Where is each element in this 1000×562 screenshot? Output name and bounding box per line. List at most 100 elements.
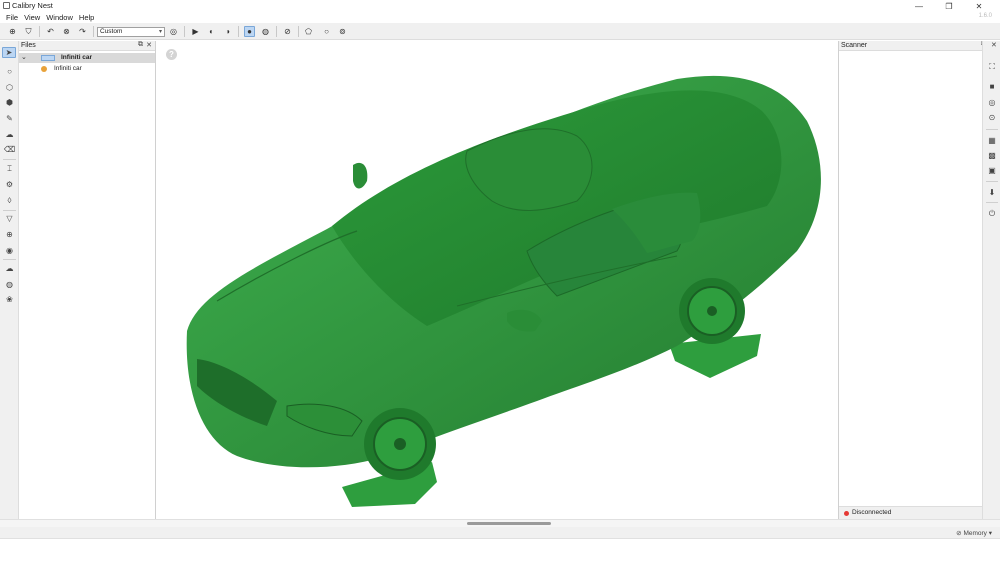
toolbar-divider [298, 26, 299, 37]
cloud-fill-icon[interactable]: ☁ [4, 263, 15, 274]
scan-group-icon [41, 55, 55, 61]
circle-icon[interactable]: ○ [4, 66, 15, 77]
cancel-icon[interactable]: ⊗ [61, 26, 72, 37]
record-icon[interactable]: ◎ [986, 97, 998, 108]
add-scan-icon[interactable]: ⊕ [7, 26, 18, 37]
tree-row-group[interactable]: ⌄ Infiniti car [19, 53, 155, 63]
shield-icon[interactable]: ⛉ [23, 26, 34, 37]
camera-icon[interactable]: ▣ [986, 165, 998, 176]
front-wheel-hub [394, 438, 406, 450]
select-cursor-icon[interactable]: ➤ [2, 47, 16, 58]
scanner-panel: Scanner ⧉ Disconnected [838, 41, 986, 519]
restore-button[interactable]: ❐ [934, 0, 964, 12]
memory-label: Memory [963, 530, 987, 537]
redo-icon[interactable]: ↷ [77, 26, 88, 37]
menu-bar: File View Window Help [0, 12, 1000, 23]
disabled-icon[interactable]: ⊘ [282, 26, 293, 37]
polygon-select-icon[interactable]: ⬠ [303, 26, 314, 37]
toolbar-divider [93, 26, 94, 37]
tree-item-label: Infiniti car [54, 65, 82, 72]
plus-circle-icon[interactable]: ⊕ [4, 229, 15, 240]
toolbar-divider [238, 26, 239, 37]
stop-icon[interactable]: ■ [986, 81, 998, 92]
scanner-panel-header: Scanner ⧉ [839, 41, 986, 51]
chevron-down-icon[interactable]: ⌄ [21, 53, 27, 61]
funnel-icon[interactable]: ▽ [4, 213, 15, 224]
download-icon[interactable]: ⬇ [986, 187, 998, 198]
right-tool-strip: ✕ ⛶ ■ ◎ ⊙ ▦ ▩ ▣ ⬇ ⏻ [982, 41, 1000, 519]
menu-help[interactable]: Help [76, 12, 97, 23]
tool-divider [3, 259, 16, 260]
half-sphere-icon[interactable]: ◑ [222, 26, 233, 37]
tool-divider [986, 181, 998, 182]
car-model [186, 75, 821, 507]
menu-file[interactable]: File [3, 12, 21, 23]
view-mode-value: Custom [100, 28, 123, 35]
view-mode-select[interactable]: Custom ▾ [97, 27, 165, 37]
texture-settings-icon[interactable]: ▩ [986, 150, 998, 161]
app-icon [3, 2, 10, 9]
tree-row-scan[interactable]: Infiniti car [19, 64, 155, 74]
merge-icon[interactable]: ◉ [4, 245, 15, 256]
continue-icon[interactable]: ⊙ [986, 112, 998, 123]
window-title: Calibry Nest [12, 1, 53, 10]
brush-icon[interactable]: ✎ [4, 113, 15, 124]
files-panel-title: Files [21, 42, 36, 49]
tool-divider [986, 129, 998, 130]
eraser-icon[interactable]: ⌫ [4, 144, 15, 155]
menu-window[interactable]: Window [43, 12, 76, 23]
horizontal-scrollbar [0, 519, 1000, 527]
status-dot-icon [844, 511, 849, 516]
close-window-button[interactable]: ✕ [964, 0, 994, 12]
toolbar-divider [39, 26, 40, 37]
memory-icon: ⊘ [956, 530, 962, 537]
tool-divider [986, 202, 998, 203]
wireframe-sphere-icon[interactable]: ◍ [260, 26, 271, 37]
chevron-down-icon: ▾ [158, 29, 162, 35]
menu-view[interactable]: View [21, 12, 43, 23]
tree-item-label: Infiniti car [61, 54, 93, 61]
scanner-status: Disconnected [839, 506, 982, 519]
play-icon[interactable]: ▶ [190, 26, 201, 37]
contrast-icon[interactable]: ◐ [206, 26, 217, 37]
drop-icon[interactable]: ◊ [4, 195, 15, 206]
close-icon[interactable]: ✕ [991, 41, 997, 49]
scroll-thumb[interactable] [467, 522, 551, 525]
minimize-button[interactable]: — [904, 0, 934, 12]
texture-icon[interactable]: ◍ [4, 279, 15, 290]
close-icon[interactable]: ✕ [146, 41, 152, 49]
antenna-mirror [353, 162, 368, 189]
power-icon[interactable]: ⏻ [986, 208, 998, 219]
scan-dot-icon [41, 66, 47, 72]
target-icon[interactable]: ◎ [168, 26, 179, 37]
left-tool-strip: ➤ ○ ⬡ ⬢ ✎ ☁ ⌫ ⌶ ⚙ ◊ ▽ ⊕ ◉ ☁ ◍ ❀ [0, 41, 19, 519]
toolbar-divider [184, 26, 185, 37]
palette-icon[interactable]: ❀ [4, 294, 15, 305]
tool-divider [3, 159, 16, 160]
undock-icon[interactable]: ⧉ [138, 41, 143, 49]
circle-select-icon[interactable]: ○ [321, 26, 332, 37]
hexagon-icon[interactable]: ⬡ [4, 82, 15, 93]
3d-viewport[interactable]: ? [157, 41, 838, 519]
scanner-status-text: Disconnected [852, 509, 892, 516]
chevron-down-icon: ▾ [988, 530, 992, 537]
calibrate-icon[interactable]: ▦ [986, 135, 998, 146]
files-panel-header: Files ⧉ ✕ [19, 41, 155, 51]
shaded-sphere-icon[interactable]: ● [244, 26, 255, 37]
tool-divider [3, 210, 16, 211]
scan-frame-icon[interactable]: ⛶ [986, 61, 998, 72]
main-toolbar: ⊕ ⛉ ↶ ⊗ ↷ Custom ▾ ◎ ▶ ◐ ◑ ● ◍ ⊘ ⬠ ○ ⊚ [0, 23, 1000, 40]
undo-icon[interactable]: ↶ [45, 26, 56, 37]
cloud-icon[interactable]: ☁ [4, 129, 15, 140]
lasso-icon[interactable]: ⊚ [337, 26, 348, 37]
cube-icon[interactable]: ⬢ [4, 97, 15, 108]
status-bar: ⊘ Memory ▾ [0, 527, 1000, 539]
rear-wheel-hub [707, 306, 717, 316]
crop-icon[interactable]: ⌶ [4, 163, 15, 174]
files-panel: Files ⧉ ✕ ⌄ Infiniti car Infiniti car [19, 41, 156, 519]
toolbar-divider [276, 26, 277, 37]
memory-indicator[interactable]: ⊘ Memory ▾ [956, 529, 992, 537]
title-bar: Calibry Nest — ❐ ✕ [0, 0, 1000, 12]
gear-icon[interactable]: ⚙ [4, 179, 15, 190]
scanner-panel-title: Scanner [841, 42, 868, 49]
